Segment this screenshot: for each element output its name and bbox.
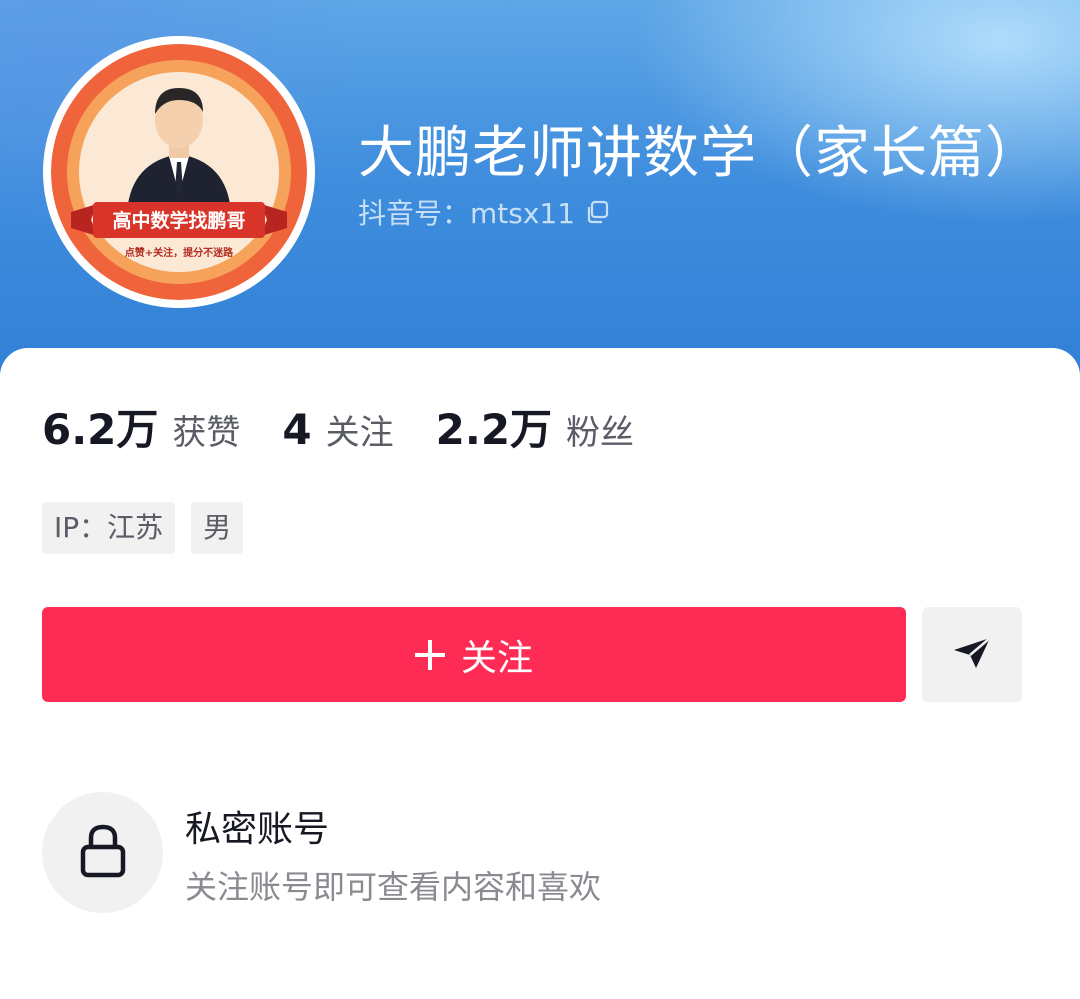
- plus-icon: [414, 639, 445, 670]
- stat-value: 4: [282, 405, 312, 454]
- stat-label: 粉丝: [566, 413, 635, 453]
- avatar-image: 高中数学找鹏哥 点赞+关注，提分不迷路: [51, 44, 307, 300]
- follow-button[interactable]: 关注: [42, 607, 906, 702]
- stat-following[interactable]: 4 关注: [282, 405, 393, 454]
- stat-value: 2.2万: [435, 405, 553, 454]
- private-account-description: 关注账号即可查看内容和喜欢: [185, 868, 602, 906]
- stat-followers[interactable]: 2.2万 粉丝: [436, 396, 634, 457]
- stat-likes[interactable]: 6.2万 获赞: [42, 396, 240, 457]
- stat-label: 获赞: [172, 413, 241, 453]
- gender-tag: 男: [191, 502, 244, 554]
- ip-location-tag: IP：江苏: [42, 502, 176, 554]
- douyin-id-row[interactable]: 抖音号：mtsx11: [358, 192, 611, 232]
- avatar-sub-text: 点赞+关注，提分不迷路: [125, 246, 234, 259]
- lock-icon: [79, 823, 127, 883]
- avatar-illustration: 高中数学找鹏哥 点赞+关注，提分不迷路: [51, 44, 307, 300]
- send-message-button[interactable]: [922, 607, 1022, 702]
- private-account-title: 私密账号: [185, 809, 330, 850]
- follow-label: 关注: [460, 637, 533, 679]
- profile-name: 大鹏老师讲数学（家长篇）: [358, 121, 1042, 186]
- stats-row: 6.2万 获赞 4 关注 2.2万 粉丝: [42, 396, 676, 457]
- profile-tags: IP：江苏 男: [42, 502, 259, 554]
- stat-label: 关注: [325, 413, 394, 453]
- copy-icon[interactable]: [585, 199, 611, 225]
- avatar-banner-text: 高中数学找鹏哥: [112, 209, 245, 232]
- avatar[interactable]: 高中数学找鹏哥 点赞+关注，提分不迷路: [43, 36, 315, 308]
- stat-value: 6.2万: [42, 405, 159, 454]
- private-account-badge: [42, 792, 163, 913]
- douyin-id: 抖音号：mtsx11: [358, 197, 576, 230]
- send-icon: [952, 636, 992, 673]
